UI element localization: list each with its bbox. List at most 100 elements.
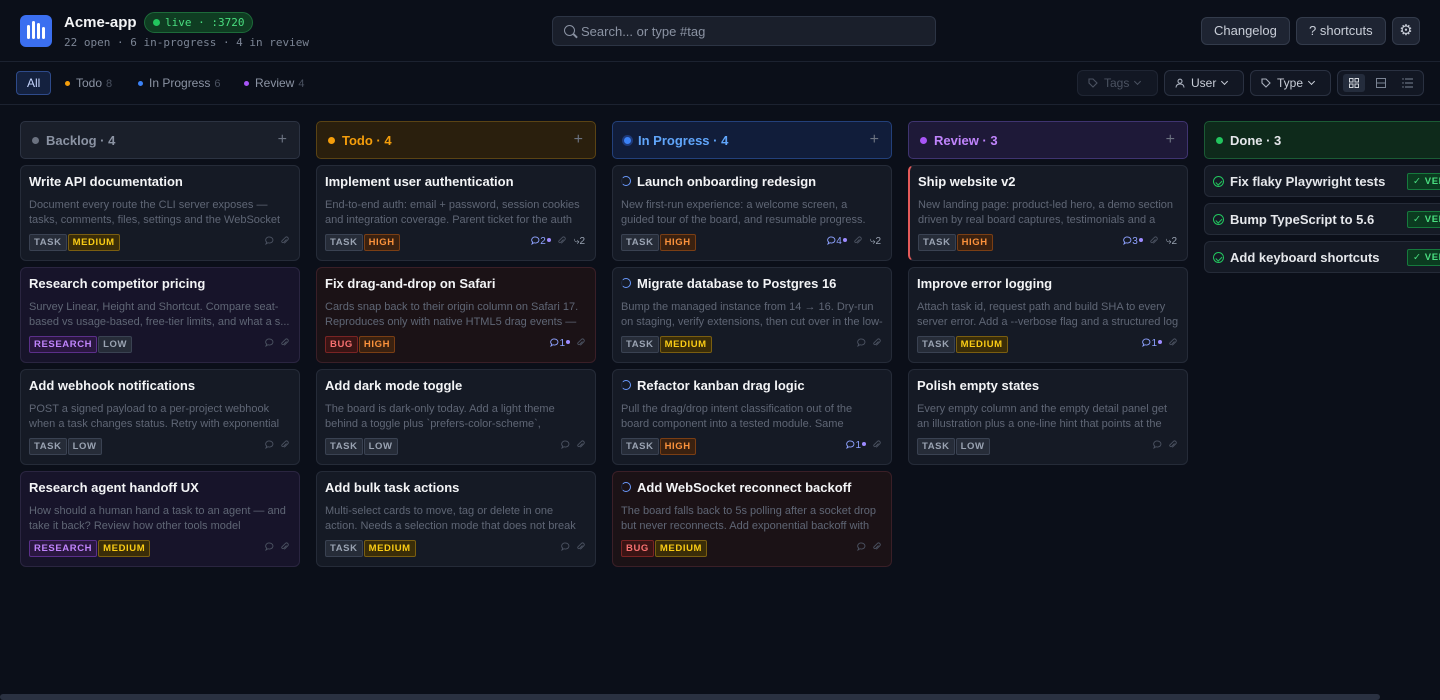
changelog-button[interactable]: Changelog	[1201, 17, 1290, 45]
column-in-progress: In Progress · 4 + Launch onboarding rede…	[612, 121, 892, 567]
task-card[interactable]: Improve error logging Attach task id, re…	[908, 267, 1188, 363]
attachment-button[interactable]	[866, 440, 881, 451]
attachment-button[interactable]	[274, 542, 289, 553]
task-card[interactable]: Add bulk task actions Multi-select cards…	[316, 471, 596, 567]
add-card-button[interactable]: +	[1166, 131, 1175, 149]
type-filter-label: Type	[1277, 76, 1304, 90]
filter-tab-count: 8	[106, 78, 113, 90]
table-view-icon	[1376, 78, 1386, 88]
comment-button[interactable]	[259, 338, 274, 349]
task-card[interactable]: Ship website v2 New landing page: produc…	[908, 165, 1188, 261]
filter-tab-todo[interactable]: Todo 8	[65, 71, 112, 95]
card-footer: BUG MEDIUM	[621, 540, 883, 558]
attachment-button[interactable]	[866, 542, 881, 553]
attachment-button[interactable]	[551, 236, 566, 247]
app-title: Acme-app	[64, 14, 137, 31]
subtask-count: ⤷2	[574, 236, 585, 247]
comment-icon	[827, 236, 836, 245]
attachment-icon	[854, 236, 862, 244]
comment-button[interactable]	[555, 542, 570, 553]
comment-count[interactable]: 4	[821, 236, 847, 247]
task-card[interactable]: Launch onboarding redesign New first-run…	[612, 165, 892, 261]
comment-button[interactable]	[851, 338, 866, 349]
comment-button[interactable]	[1147, 440, 1162, 451]
column-todo: Todo · 4 + Implement user authentication…	[316, 121, 596, 567]
chevron-down-icon	[1307, 77, 1316, 86]
task-card[interactable]: Research competitor pricing Survey Linea…	[20, 267, 300, 363]
task-card[interactable]: Add dark mode toggle The board is dark-o…	[316, 369, 596, 465]
comment-button[interactable]	[259, 542, 274, 553]
status-dot-icon	[1216, 137, 1223, 144]
comment-count[interactable]: 1	[840, 440, 866, 451]
attachment-button[interactable]	[1162, 338, 1177, 349]
attachment-button[interactable]	[570, 542, 585, 553]
task-card[interactable]: Fix drag-and-drop on Safari Cards snap b…	[316, 267, 596, 363]
comment-count[interactable]: 1	[1136, 338, 1162, 349]
comment-icon	[265, 542, 274, 551]
status-dot-icon	[624, 137, 631, 144]
card-title: Launch onboarding redesign	[621, 174, 883, 189]
task-card[interactable]: Migrate database to Postgres 16 Bump the…	[612, 267, 892, 363]
add-card-button[interactable]: +	[870, 131, 879, 149]
settings-button[interactable]: ⚙	[1392, 17, 1420, 45]
task-card[interactable]: Add webhook notifications POST a signed …	[20, 369, 300, 465]
card-title: Add webhook notifications	[29, 378, 196, 393]
filter-tab-review[interactable]: Review 4	[244, 71, 304, 95]
add-card-button[interactable]: +	[278, 131, 287, 149]
board-view-button[interactable]	[1343, 74, 1365, 92]
filter-tab-in-progress[interactable]: In Progress 6	[138, 71, 220, 95]
card-meta	[555, 542, 585, 553]
task-card[interactable]: Implement user authentication End-to-end…	[316, 165, 596, 261]
card-description: The board falls back to 5s polling after…	[621, 505, 876, 532]
attachment-button[interactable]	[274, 236, 289, 247]
check-circle-icon	[1213, 252, 1224, 263]
search-box[interactable]	[552, 16, 936, 46]
comment-button[interactable]	[259, 440, 274, 451]
attachment-button[interactable]	[274, 338, 289, 349]
card-footer: RESEARCH MEDIUM	[29, 540, 291, 558]
task-card[interactable]: Refactor kanban drag logic Pull the drag…	[612, 369, 892, 465]
comment-count[interactable]: 2	[525, 236, 551, 247]
list-view-button[interactable]	[1397, 74, 1419, 92]
card-description: New first-run experience: a welcome scre…	[621, 199, 866, 226]
task-card[interactable]: Fix flaky Playwright tests ✓ VERIFIED	[1204, 165, 1440, 197]
comment-count[interactable]: 3	[1117, 236, 1143, 247]
attachment-button[interactable]	[570, 440, 585, 451]
card-title: Add keyboard shortcuts	[1230, 250, 1380, 265]
table-view-button[interactable]	[1370, 74, 1392, 92]
attachment-button[interactable]	[274, 440, 289, 451]
type-filter-button[interactable]: Type	[1250, 70, 1331, 96]
priority-badge: HIGH	[358, 336, 396, 353]
task-card[interactable]: Write API documentation Document every r…	[20, 165, 300, 261]
card-meta: 1	[840, 440, 881, 451]
priority-badge: MEDIUM	[955, 336, 1008, 353]
comment-button[interactable]	[259, 236, 274, 247]
comment-count-value: 1	[559, 338, 565, 349]
attachment-button[interactable]	[1162, 440, 1177, 451]
shortcuts-button[interactable]: ? shortcuts	[1296, 17, 1386, 45]
comment-count[interactable]: 1	[544, 338, 570, 349]
add-card-button[interactable]: +	[574, 131, 583, 149]
task-card[interactable]: Add keyboard shortcuts ✓ VERIFIED	[1204, 241, 1440, 273]
task-card[interactable]: Polish empty states Every empty column a…	[908, 369, 1188, 465]
comment-button[interactable]	[555, 440, 570, 451]
column-header: Review · 3 +	[908, 121, 1188, 159]
priority-badge: LOW	[98, 336, 133, 353]
attachment-button[interactable]	[570, 338, 585, 349]
filter-tab-all[interactable]: All	[16, 71, 52, 95]
column-header: Backlog · 4 +	[20, 121, 300, 159]
task-card[interactable]: Bump TypeScript to 5.6 ✓ VERIFIED	[1204, 203, 1440, 235]
attachment-button[interactable]	[1143, 236, 1158, 247]
card-title: Migrate database to Postgres 16	[621, 276, 883, 291]
user-filter-button[interactable]: User	[1164, 70, 1244, 96]
attachment-button[interactable]	[866, 338, 881, 349]
tags-filter-button[interactable]: Tags	[1077, 70, 1158, 96]
task-card[interactable]: Add WebSocket reconnect backoff The boar…	[612, 471, 892, 567]
priority-badge: MEDIUM	[654, 540, 708, 557]
comment-count-value: 2	[540, 236, 546, 247]
attachment-button[interactable]	[847, 236, 862, 247]
search-input[interactable]	[581, 17, 921, 45]
horizontal-scrollbar[interactable]	[0, 694, 1380, 700]
comment-button[interactable]	[851, 542, 866, 553]
task-card[interactable]: Research agent handoff UX How should a h…	[20, 471, 300, 567]
